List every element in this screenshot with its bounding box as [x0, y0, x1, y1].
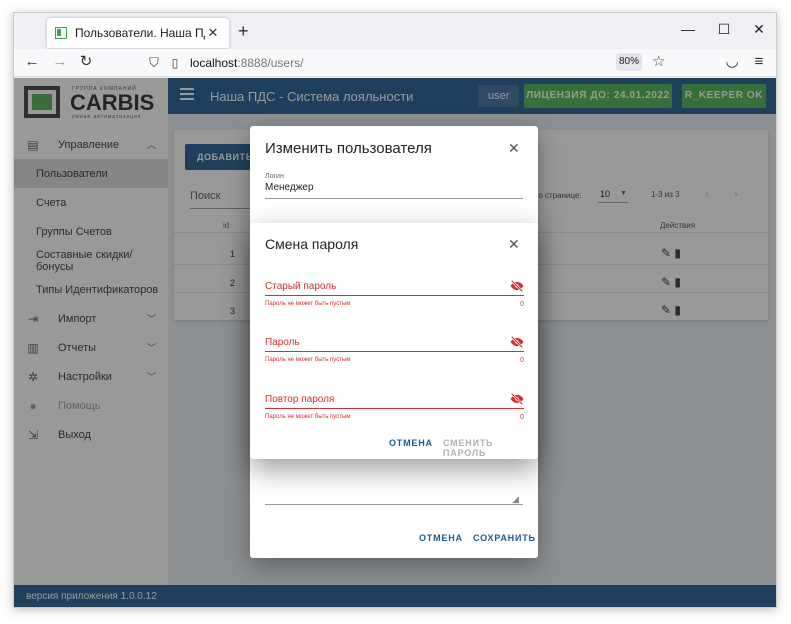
bookmark-star-icon[interactable]: ☆: [652, 52, 665, 70]
eye-off-icon[interactable]: [510, 335, 524, 349]
url-text: localhost:8888/users/: [190, 56, 304, 70]
field-counter: 0: [520, 414, 524, 421]
textarea-underline: [265, 504, 523, 505]
shield-icon: ⛉: [149, 55, 159, 70]
field-underline: [265, 295, 524, 296]
field-underline: [265, 408, 524, 409]
url-bar[interactable]: ⛉ ▯ localhost:8888/users/ 80% ☆: [146, 51, 692, 75]
page-icon: ▯: [171, 56, 179, 70]
menu-icon[interactable]: ≡: [750, 53, 768, 71]
new-password-field[interactable]: Пароль Пароль не может быть пустым 0: [265, 335, 524, 377]
field-error: Пароль не может быть пустым: [265, 301, 351, 307]
zoom-badge[interactable]: 80%: [616, 53, 642, 71]
tab-close-icon[interactable]: ✕: [205, 25, 221, 41]
cancel-button[interactable]: ОТМЕНА: [389, 438, 433, 448]
browser-window: Пользователи. Наша ПДС ✕ + — ☐ ✕ ← → ↻ ⛉…: [13, 12, 777, 608]
save-button[interactable]: СОХРАНИТЬ: [473, 533, 536, 543]
field-label: Пароль: [265, 337, 300, 348]
old-password-field[interactable]: Старый пароль Пароль не может быть пусты…: [265, 279, 524, 321]
browser-titlebar: Пользователи. Наша ПДС ✕ + — ☐ ✕: [14, 13, 776, 49]
change-password-button[interactable]: СМЕНИТЬ ПАРОЛЬ: [443, 438, 538, 458]
new-tab-icon[interactable]: +: [238, 22, 249, 40]
resize-grip-icon[interactable]: ◢: [512, 494, 519, 505]
field-label: Старый пароль: [265, 281, 337, 292]
app-content: ГРУППА КОМПАНИЙ CARBIS умная автоматизац…: [14, 78, 776, 607]
field-counter: 0: [520, 357, 524, 364]
eye-off-icon[interactable]: [510, 279, 524, 293]
close-icon[interactable]: ✕: [508, 140, 520, 157]
close-icon[interactable]: ✕: [508, 236, 520, 253]
forward-arrow-icon[interactable]: →: [51, 53, 69, 71]
login-field[interactable]: Менеджер: [265, 182, 314, 193]
login-field-label: Логин: [265, 173, 284, 180]
eye-off-icon[interactable]: [510, 392, 524, 406]
pocket-icon[interactable]: ◡: [723, 53, 741, 71]
window-close-icon[interactable]: ✕: [749, 21, 769, 38]
reload-icon[interactable]: ↻: [77, 53, 95, 71]
back-arrow-icon[interactable]: ←: [23, 53, 41, 71]
repeat-password-field[interactable]: Повтор пароля Пароль не может быть пусты…: [265, 392, 524, 434]
minimize-icon[interactable]: —: [678, 21, 698, 37]
dialog-actions: ОТМЕНА СОХРАНИТЬ: [250, 533, 538, 549]
field-error: Пароль не может быть пустым: [265, 414, 351, 420]
login-underline: [265, 198, 523, 199]
field-label: Повтор пароля: [265, 394, 335, 405]
dialog-title: Смена пароля: [265, 236, 359, 252]
tab-title: Пользователи. Наша ПДС: [75, 26, 205, 40]
change-password-dialog: Смена пароля ✕ Старый пароль Пароль не м…: [250, 223, 538, 459]
dialog-title: Изменить пользователя: [265, 140, 432, 157]
browser-tab[interactable]: Пользователи. Наша ПДС ✕: [47, 18, 229, 48]
browser-navbar: ← → ↻ ⛉ ▯ localhost:8888/users/ 80% ☆ ◡ …: [14, 49, 776, 77]
maximize-icon[interactable]: ☐: [714, 21, 734, 38]
field-error: Пароль не может быть пустым: [265, 357, 351, 363]
favicon-icon: [55, 27, 67, 39]
field-counter: 0: [520, 301, 524, 308]
field-underline: [265, 351, 524, 352]
cancel-button[interactable]: ОТМЕНА: [419, 533, 463, 543]
